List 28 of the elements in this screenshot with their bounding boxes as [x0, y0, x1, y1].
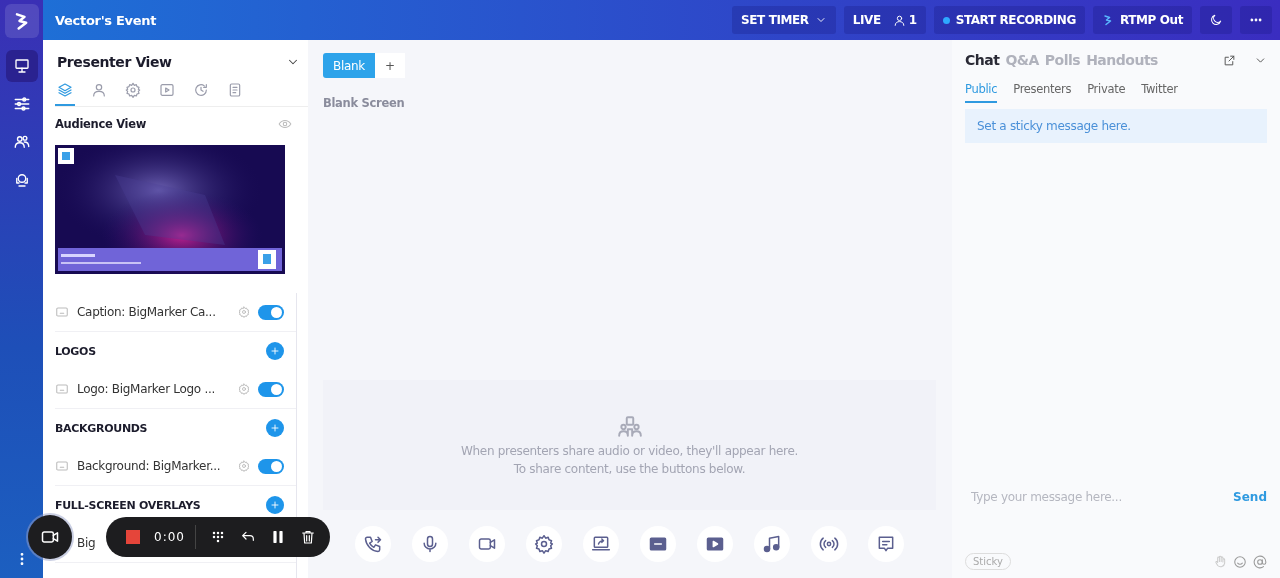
section-heading: LOGOS	[55, 344, 96, 358]
section-title: Audience View	[55, 117, 147, 131]
start-recording-button[interactable]: START RECORDING	[933, 6, 1085, 34]
section-heading: BACKGROUNDS	[55, 421, 148, 435]
scene-tab[interactable]: +	[375, 53, 405, 78]
rtmp-out-button[interactable]: RTMP Out	[1092, 6, 1192, 34]
scene-title: Blank Screen	[323, 96, 406, 110]
layer-name: Background: BigMarker...	[77, 459, 221, 473]
message-input[interactable]: Type your message here...	[969, 489, 1234, 505]
chat-tab[interactable]: Chat	[965, 52, 1000, 68]
layer-name: Caption: BigMarker Ca...	[77, 305, 216, 319]
set-timer-button[interactable]: SET TIMER	[732, 6, 836, 34]
layer-name: Big	[77, 536, 96, 550]
chat-subtab[interactable]: Public	[965, 82, 998, 103]
chat-subtab[interactable]: Twitter	[1141, 82, 1178, 103]
empty-message: When presenters share audio or video, they'll appear here.	[461, 444, 798, 458]
recording-time: 0:00	[154, 525, 196, 549]
live-label: LIVE	[852, 13, 881, 27]
section-heading: FULL-SCREEN OVERLAYS	[55, 498, 201, 512]
chat-subtab[interactable]: Presenters	[1013, 82, 1072, 103]
panel-title: Presenter View	[57, 54, 172, 70]
layer-name: Logo: BigMarker Logo ...	[77, 382, 215, 396]
chat-subtab[interactable]: Private	[1087, 82, 1126, 103]
event-title: Vector's Event	[55, 12, 158, 28]
send-button[interactable]: Send	[1233, 490, 1267, 504]
attendee-count: 1	[908, 13, 917, 27]
sticky-message[interactable]: Set a sticky message here.	[965, 109, 1267, 143]
empty-message: To share content, use the buttons below.	[513, 462, 746, 476]
